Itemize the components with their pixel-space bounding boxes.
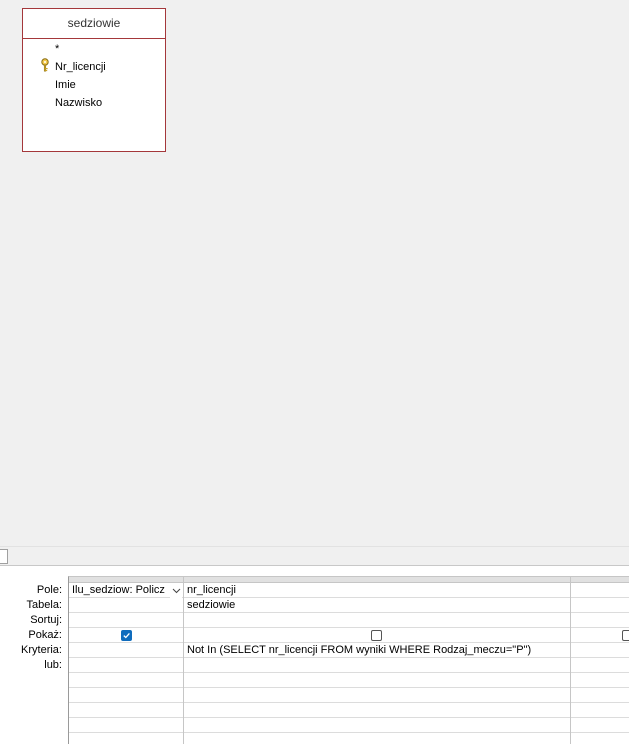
show-checkbox-1[interactable] [121, 630, 132, 641]
chevron-down-icon [172, 588, 180, 593]
field-item-nazwisko[interactable]: Nazwisko [55, 95, 102, 111]
grid-scroll-handle[interactable] [0, 549, 8, 564]
pane-splitter[interactable] [0, 546, 629, 566]
field-cell-2[interactable]: nr_licencji [187, 583, 567, 598]
show-checkbox-2[interactable] [371, 630, 382, 641]
criteria-cell-1[interactable] [72, 658, 180, 673]
grid-column-line [570, 577, 571, 744]
row-label-lub: lub: [44, 659, 62, 671]
grid-row-line [69, 702, 629, 703]
row-label-sortuj: Sortuj: [30, 614, 62, 626]
table-cell-1[interactable] [72, 598, 180, 613]
field-item-imie[interactable]: Imie [55, 77, 76, 93]
table-pane[interactable]: sedziowie * Nr_licencji Imie Nazwisko [0, 0, 629, 546]
row-label-pole: Pole: [36, 584, 62, 596]
design-grid-pane: Pole: Tabela: Sortuj: Pokaż: Kryteria: l… [0, 566, 629, 744]
criteria-cell-2[interactable]: Not In (SELECT nr_licencji FROM wyniki W… [187, 643, 567, 658]
or-cell-1[interactable] [72, 673, 180, 688]
sort-cell-2[interactable] [187, 613, 567, 628]
field-item-all[interactable]: * [55, 41, 59, 57]
grid-column-line [183, 577, 184, 744]
table-cell-2[interactable]: sedziowie [187, 598, 567, 613]
show-checkbox-3[interactable] [622, 630, 629, 641]
grid-row-line [69, 732, 629, 733]
query-design-window: sedziowie * Nr_licencji Imie Nazwisko Po… [0, 0, 629, 744]
sort-cell-1[interactable] [72, 613, 180, 628]
field-cell-3[interactable] [574, 583, 629, 598]
field-item-nr-licencji[interactable]: Nr_licencji [55, 59, 106, 75]
field-list-title[interactable]: sedziowie [23, 9, 165, 39]
check-icon [123, 632, 130, 639]
field-list-sedziowie[interactable]: sedziowie * Nr_licencji Imie Nazwisko [22, 8, 166, 152]
key-icon [41, 58, 49, 72]
field-cell-1[interactable]: Ilu_sedziow: Policz [72, 583, 169, 598]
field-dropdown-button[interactable] [170, 583, 182, 598]
or-cell-2[interactable] [187, 673, 567, 688]
row-label-kryteria: Kryteria: [21, 644, 62, 656]
qbe-grid[interactable]: Ilu_sedziow: Policz nr_licencji sedziowi… [68, 576, 629, 744]
row-label-pokaz: Pokaż: [28, 629, 62, 641]
grid-top-bar [0, 566, 629, 576]
grid-row-line [69, 717, 629, 718]
row-label-tabela: Tabela: [26, 599, 62, 611]
